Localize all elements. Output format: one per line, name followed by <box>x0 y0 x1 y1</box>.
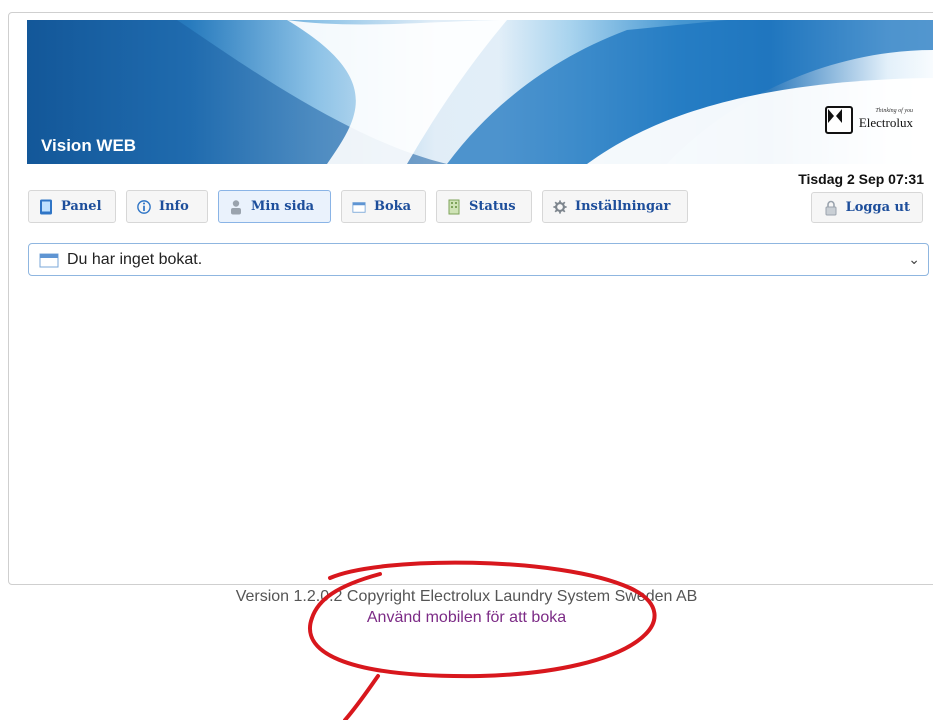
nav-info-button[interactable]: Info <box>126 190 208 223</box>
booking-select-value: Du har inget bokat. <box>67 250 203 268</box>
nav-boka-label: Boka <box>374 199 412 214</box>
logout-label: Logga ut <box>845 200 910 215</box>
logout-button[interactable]: Logga ut <box>810 192 923 223</box>
nav-min-sida-label: Min sida <box>251 199 315 214</box>
info-icon <box>137 199 151 214</box>
nav-panel-button[interactable]: Panel <box>28 190 116 223</box>
header-banner: Vision WEB Thinking of you Electrolux <box>27 20 933 164</box>
tablet-icon <box>40 199 52 214</box>
brand-tagline: Thinking of you <box>875 108 913 114</box>
nav-installningar-label: Inställningar <box>575 199 671 214</box>
user-icon <box>231 199 241 214</box>
lock-icon <box>825 200 837 215</box>
nav-info-label: Info <box>159 199 189 214</box>
banner-swoosh-graphic <box>27 20 933 164</box>
nav-status-button[interactable]: Status <box>436 190 532 223</box>
app-title: Vision WEB <box>41 136 137 155</box>
nav-panel-label: Panel <box>61 199 102 214</box>
nav-boka-button[interactable]: Boka <box>341 190 426 223</box>
chevron-down-icon: ⌄ <box>908 251 920 267</box>
booking-select[interactable]: Du har inget bokat. ⌄ <box>28 243 929 276</box>
nav-min-sida-button[interactable]: Min sida <box>218 190 331 223</box>
brand-name: Electrolux <box>858 115 913 130</box>
calendar-icon <box>39 253 59 267</box>
electrolux-mark-icon <box>824 106 853 134</box>
nav-status-label: Status <box>469 199 516 214</box>
gear-icon <box>553 199 567 214</box>
building-icon <box>448 199 460 214</box>
current-datetime: Tisdag 2 Sep 07:31 <box>798 171 924 187</box>
version-text: Version 1.2.0.2 Copyright Electrolux Lau… <box>235 588 698 605</box>
nav-installningar-button[interactable]: Inställningar <box>542 190 688 223</box>
electrolux-logo: Thinking of you Electrolux <box>824 106 913 134</box>
calendar-icon <box>352 201 366 213</box>
mobile-booking-link[interactable]: Använd mobilen för att boka <box>0 609 933 627</box>
